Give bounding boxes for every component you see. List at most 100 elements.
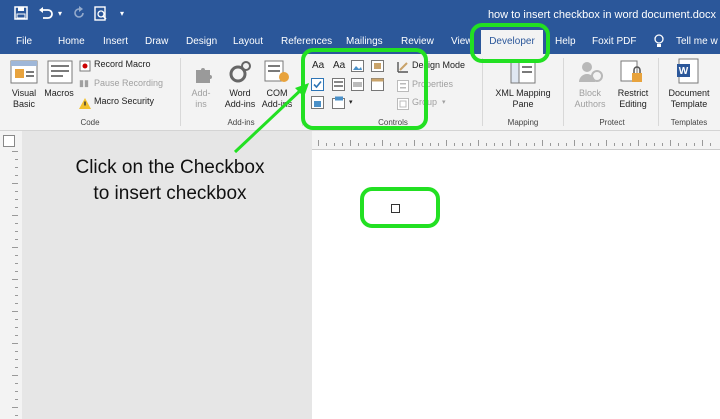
ruler-tick [430, 143, 431, 146]
tab-insert[interactable]: Insert [103, 36, 128, 47]
ruler-tick [646, 143, 647, 146]
ruler-tick [686, 143, 687, 146]
group-label-protect: Protect [599, 118, 625, 127]
xml-mapping-pane-button[interactable]: XML Mapping Pane [486, 88, 560, 110]
ruler-tick [12, 375, 18, 376]
ruler-tick [326, 143, 327, 146]
visual-basic-button[interactable]: Visual Basic [4, 88, 44, 110]
ruler-tick [15, 327, 18, 328]
ruler-tick [630, 143, 631, 146]
redo-icon[interactable] [72, 6, 86, 23]
ruler-tick [478, 140, 479, 146]
ruler-tick [590, 143, 591, 146]
ruler-tick [454, 143, 455, 146]
xml-mapping-icon [510, 60, 536, 89]
inserted-checkbox[interactable] [391, 204, 400, 213]
ruler-tick [462, 143, 463, 146]
tab-home[interactable]: Home [58, 36, 85, 47]
undo-dropdown-icon[interactable]: ▾ [58, 9, 62, 18]
ruler-tick [502, 143, 503, 146]
ruler-tick [422, 143, 423, 146]
ruler-tick [12, 407, 18, 408]
group-label-templates: Templates [670, 118, 708, 127]
ruler-tick [662, 143, 663, 146]
print-preview-icon[interactable] [94, 6, 108, 24]
tab-design[interactable]: Design [186, 36, 217, 47]
tab-references[interactable]: References [281, 36, 332, 47]
ruler-tick [382, 140, 383, 146]
ruler-tick [15, 383, 18, 384]
save-icon[interactable] [14, 6, 28, 23]
tab-draw[interactable]: Draw [145, 36, 168, 47]
macros-button[interactable]: Macros [40, 88, 78, 99]
divider [658, 58, 659, 126]
horizontal-ruler [312, 131, 720, 150]
tab-file[interactable]: File [16, 36, 32, 47]
ruler-tick [15, 351, 18, 352]
tab-mailings[interactable]: Mailings [346, 36, 383, 47]
ruler-tick [12, 247, 18, 248]
controls-group-highlight [301, 48, 428, 130]
tell-me-search[interactable]: Tell me w [676, 36, 718, 47]
ruler-tick [574, 140, 575, 146]
ruler-tick [550, 143, 551, 146]
ruler-tick [15, 199, 18, 200]
ruler-tick [406, 143, 407, 146]
ruler-tick [654, 143, 655, 146]
ruler-tick [638, 140, 639, 146]
ruler-tick [486, 143, 487, 146]
tab-help[interactable]: Help [555, 36, 576, 47]
ruler-tick [534, 143, 535, 146]
ruler-tick [710, 143, 711, 146]
customize-qat-icon[interactable]: ▾ [120, 9, 124, 18]
ruler-tick [414, 140, 415, 146]
ruler-tick [15, 415, 18, 416]
restrict-editing-button[interactable]: Restrict Editing [612, 88, 654, 110]
ruler-tick [15, 303, 18, 304]
record-macro-button[interactable]: Record Macro [94, 59, 151, 70]
ruler-tick [614, 143, 615, 146]
divider [482, 58, 483, 126]
ruler-tick [670, 140, 671, 146]
ruler-tick [318, 140, 319, 146]
vertical-ruler [0, 131, 23, 419]
ruler-tick [15, 263, 18, 264]
ruler-tick [694, 143, 695, 146]
divider [180, 58, 181, 126]
tab-layout[interactable]: Layout [233, 36, 263, 47]
ruler-tick [366, 143, 367, 146]
instruction-line-2: to insert checkbox [93, 183, 247, 204]
tab-selector[interactable] [3, 135, 15, 147]
document-template-button[interactable]: Document Template [662, 88, 716, 110]
ruler-tick [438, 143, 439, 146]
group-dropdown-icon[interactable]: ▾ [442, 97, 446, 108]
ruler-tick [15, 399, 18, 400]
ruler-tick [622, 143, 623, 146]
ruler-tick [558, 143, 559, 146]
tab-foxit-pdf[interactable]: Foxit PDF [592, 36, 636, 47]
tab-review[interactable]: Review [401, 36, 434, 47]
ruler-tick [15, 295, 18, 296]
ruler-tick [342, 143, 343, 146]
ruler-tick [518, 143, 519, 146]
group-label-code: Code [80, 118, 100, 127]
ruler-tick [398, 143, 399, 146]
ruler-tick [15, 319, 18, 320]
ruler-tick [12, 343, 18, 344]
ruler-tick [12, 183, 18, 184]
ruler-tick [12, 215, 18, 216]
ruler-tick [510, 140, 511, 146]
ruler-tick [15, 391, 18, 392]
ruler-tick [15, 335, 18, 336]
instruction-annotation: Click on the Checkbox to insert checkbox [50, 155, 290, 207]
ruler-tick [494, 143, 495, 146]
ruler-tick [15, 223, 18, 224]
ruler-tick [702, 140, 703, 146]
ruler-tick [334, 143, 335, 146]
macros-icon [47, 60, 73, 89]
block-authors-button[interactable]: Block Authors [568, 88, 612, 110]
addins-button[interactable]: Add-ins [186, 88, 216, 110]
undo-icon[interactable] [38, 6, 54, 23]
macro-security-button[interactable]: Macro Security [94, 96, 154, 107]
pause-recording-button[interactable]: Pause Recording [94, 78, 163, 89]
